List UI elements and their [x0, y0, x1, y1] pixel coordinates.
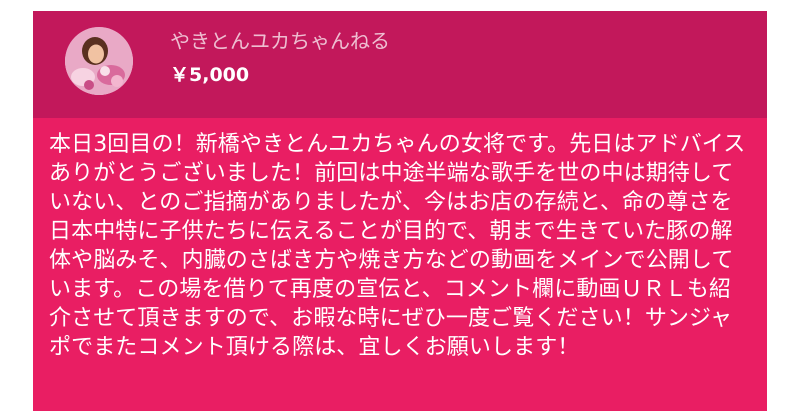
- donation-amount: ￥5,000: [170, 64, 250, 86]
- avatar[interactable]: [65, 27, 133, 95]
- super-chat-card: やきとんユカちゃんねる ￥5,000 本日3回目の！新橋やきとんユカちゃんの女将…: [33, 11, 767, 411]
- super-chat-message-area: 本日3回目の！新橋やきとんユカちゃんの女将です。先日はアドバイスありがとうござい…: [33, 118, 767, 411]
- super-chat-message: 本日3回目の！新橋やきとんユカちゃんの女将です。先日はアドバイスありがとうござい…: [49, 132, 746, 360]
- user-avatar-icon: [65, 27, 133, 95]
- author-name[interactable]: やきとんユカちゃんねる: [170, 28, 390, 54]
- super-chat-header: やきとんユカちゃんねる ￥5,000: [33, 11, 767, 118]
